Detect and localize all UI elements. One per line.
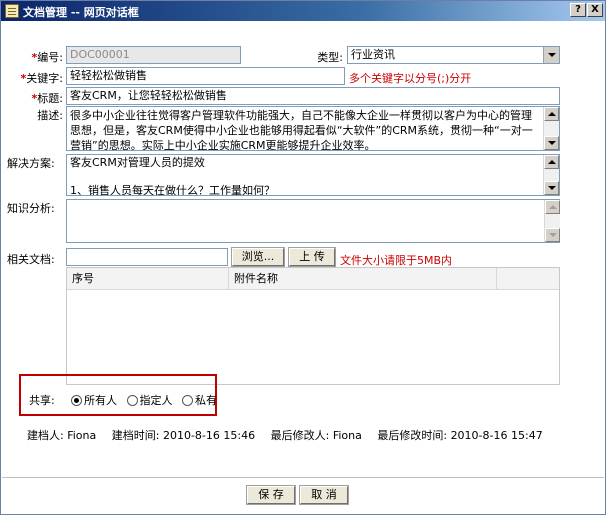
scroll-down-icon[interactable] — [544, 181, 559, 195]
scroll-down-icon[interactable] — [544, 136, 559, 150]
description-label: 描述: — [37, 109, 63, 122]
type-select-value: 行业资讯 — [351, 48, 395, 61]
number-field: DOC00001 — [66, 46, 241, 64]
modified-label: 最后修改时间: — [377, 429, 448, 442]
created-value: 2010-8-16 15:46 — [162, 429, 256, 442]
radio-unchecked-icon[interactable] — [182, 395, 193, 406]
keywords-label-text: 关键字: — [26, 72, 63, 85]
attachment-table-header: 序号 附件名称 — [67, 268, 559, 290]
description-scrollbar[interactable] — [543, 107, 559, 150]
knowledge-scrollbar[interactable] — [544, 200, 560, 242]
window-title: 文档管理 -- 网页对话框 — [23, 6, 139, 19]
help-button[interactable]: ? — [570, 3, 586, 17]
knowledge-textarea[interactable] — [66, 199, 560, 243]
share-radio-group: 所有人 指定人 私有 — [71, 392, 223, 408]
solution-label: 解决方案: — [7, 157, 55, 170]
keywords-hint: 多个关键字以分号(;)分开 — [349, 72, 472, 85]
solution-textarea[interactable]: 客友CRM对管理人员的提效 1、销售人员每天在做什么？工作量如何？ — [66, 154, 560, 196]
attachment-label: 相关文档: — [7, 253, 55, 266]
number-label: *编号: — [21, 49, 63, 65]
keywords-label: *关键字: — [9, 70, 63, 86]
dialog-window: 文档管理 -- 网页对话框 ? X *编号: DOC00001 类型: 行业资讯… — [0, 0, 606, 515]
upload-button[interactable]: 上 传 — [288, 247, 336, 267]
modifier-value: Fiona — [332, 429, 362, 442]
created-label: 建档时间: — [111, 429, 160, 442]
chevron-down-icon[interactable] — [543, 47, 559, 63]
title-input[interactable]: 客友CRM，让您轻轻松松做销售 — [66, 87, 560, 105]
browse-button[interactable]: 浏览... — [231, 247, 285, 267]
knowledge-label: 知识分析: — [7, 202, 55, 215]
solution-line-1: 客友CRM对管理人员的提效 — [70, 156, 205, 169]
column-header-filename: 附件名称 — [229, 268, 497, 290]
save-button[interactable]: 保 存 — [246, 485, 296, 505]
title-bar: 文档管理 -- 网页对话框 ? X — [1, 1, 605, 21]
radio-checked-icon[interactable] — [71, 395, 82, 406]
creator-value: Fiona — [67, 429, 97, 442]
attachment-file-input[interactable] — [66, 248, 228, 266]
scroll-up-icon[interactable] — [544, 155, 559, 169]
attachment-table: 序号 附件名称 — [66, 267, 560, 385]
title-label-text: 标题: — [37, 92, 63, 105]
share-option-private-label: 私有 — [195, 394, 217, 407]
radio-unchecked-icon[interactable] — [126, 395, 138, 406]
share-option-everyone-label: 所有人 — [84, 394, 117, 407]
column-header-index: 序号 — [67, 268, 229, 290]
share-option-specified[interactable]: 指定人 — [126, 392, 173, 408]
document-icon — [5, 4, 19, 18]
modified-value: 2010-8-16 15:47 — [450, 429, 543, 442]
footer-divider — [2, 477, 604, 478]
modifier-label: 最后修改人: — [270, 429, 330, 442]
keywords-input[interactable]: 轻轻松松做销售 — [66, 67, 345, 85]
number-label-text: 编号: — [37, 51, 63, 64]
solution-scrollbar[interactable] — [543, 155, 559, 195]
creator-label: 建档人: — [27, 429, 64, 442]
share-option-everyone[interactable]: 所有人 — [71, 392, 117, 408]
share-option-specified-label: 指定人 — [139, 394, 173, 407]
attachment-hint: 文件大小请限于5MB内 — [340, 254, 453, 267]
solution-line-2: 1、销售人员每天在做什么？工作量如何？ — [70, 184, 275, 196]
scroll-down-icon[interactable] — [545, 228, 560, 242]
scroll-up-icon[interactable] — [544, 107, 559, 121]
type-label: 类型: — [317, 51, 343, 64]
cancel-button[interactable]: 取 消 — [299, 485, 349, 505]
description-textarea[interactable]: 很多中小企业往往觉得客户管理软件功能强大，自己不能像大企业一样贯彻以客户为中心的… — [66, 106, 560, 151]
solution-blank-line — [70, 170, 539, 184]
title-label: *标题: — [15, 90, 63, 106]
share-option-private[interactable]: 私有 — [182, 392, 217, 408]
scroll-up-icon[interactable] — [545, 200, 560, 214]
type-select[interactable]: 行业资讯 — [347, 46, 560, 64]
description-text: 很多中小企业往往觉得客户管理软件功能强大，自己不能像大企业一样贯彻以客户为中心的… — [70, 109, 533, 151]
close-button[interactable]: X — [587, 3, 603, 17]
share-label: 共享: — [29, 394, 55, 407]
meta-info: 建档人: Fiona 建档时间: 2010-8-16 15:46 最后修改人: … — [27, 427, 543, 443]
